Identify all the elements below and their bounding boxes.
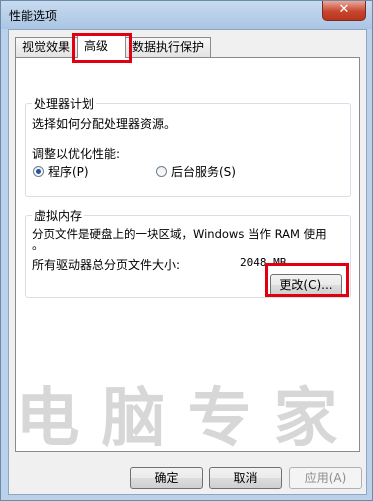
tab-visual-effects-label: 视觉效果 xyxy=(22,40,71,54)
cancel-button[interactable]: 取消 xyxy=(209,467,282,489)
title-bar[interactable]: 性能选项 ✕ xyxy=(1,1,372,29)
tab-dep-label: 数据执行保护 xyxy=(132,40,205,54)
apply-button-label: 应用(A) xyxy=(304,471,347,485)
virtual-memory-description-end: 。 xyxy=(32,238,45,252)
advanced-tab-panel: 处理器计划 选择如何分配处理器资源。 调整以优化性能: 程序(P) 后台服务(S… xyxy=(15,57,360,452)
tab-visual-effects[interactable]: 视觉效果 xyxy=(15,37,79,57)
ok-button-label: 确定 xyxy=(154,471,179,485)
background-services-radio[interactable] xyxy=(156,166,167,177)
close-button[interactable]: ✕ xyxy=(322,1,366,21)
total-paging-file-label: 所有驱动器总分页文件大小: xyxy=(32,258,181,272)
performance-options-window: 性能选项 ✕ 视觉效果 高级 数据执行保护 处理器计划 选择如何分配处理器资源。… xyxy=(0,0,373,501)
processor-description: 选择如何分配处理器资源。 xyxy=(32,117,177,131)
background-services-radio-label[interactable]: 后台服务(S) xyxy=(171,163,236,180)
processor-scheduling-group: 处理器计划 选择如何分配处理器资源。 调整以优化性能: 程序(P) 后台服务(S… xyxy=(25,95,351,197)
cancel-button-label: 取消 xyxy=(233,471,258,485)
window-title: 性能选项 xyxy=(9,9,58,23)
apply-button[interactable]: 应用(A) xyxy=(289,467,362,489)
dialog-body: 视觉效果 高级 数据执行保护 处理器计划 选择如何分配处理器资源。 调整以优化性… xyxy=(8,29,367,495)
close-icon: ✕ xyxy=(338,2,350,17)
virtual-memory-group-title: 虚拟内存 xyxy=(32,207,85,224)
processor-group-title: 处理器计划 xyxy=(32,95,97,112)
change-button-highlight-box xyxy=(265,263,349,297)
ok-button[interactable]: 确定 xyxy=(130,467,203,489)
programs-radio-dot xyxy=(36,169,41,174)
tab-highlight-box xyxy=(72,33,132,63)
tab-data-execution-prevention[interactable]: 数据执行保护 xyxy=(125,37,211,57)
adjust-performance-label: 调整以优化性能: xyxy=(32,147,121,161)
programs-radio-label[interactable]: 程序(P) xyxy=(48,163,89,180)
virtual-memory-description: 分页文件是硬盘上的一块区域，Windows 当作 RAM 使用 xyxy=(32,227,327,241)
programs-radio[interactable] xyxy=(33,166,44,177)
